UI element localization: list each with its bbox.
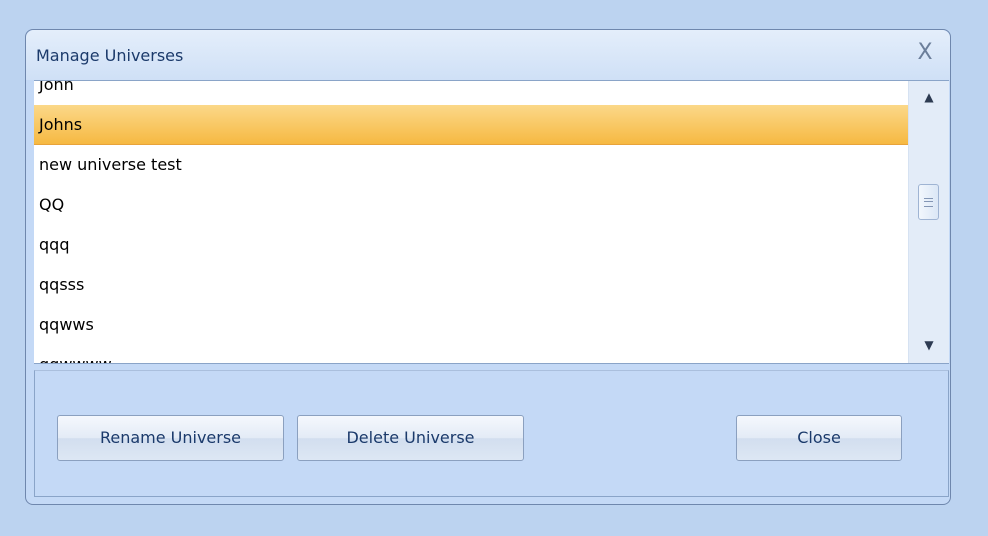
- list-item[interactable]: QQ: [34, 185, 909, 225]
- manage-universes-dialog: Manage Universes X John Johns new univer…: [25, 29, 951, 505]
- universe-listbox[interactable]: John Johns new universe test QQ qqq qqss…: [34, 80, 949, 364]
- list-item-label: Johns: [39, 115, 83, 134]
- list-item[interactable]: qqwwww: [34, 345, 909, 363]
- dialog-title: Manage Universes: [36, 46, 184, 65]
- list-item-label: new universe test: [39, 155, 182, 174]
- title-bar[interactable]: Manage Universes X: [26, 30, 950, 80]
- list-item-selected[interactable]: Johns: [34, 105, 909, 145]
- universe-list: John Johns new universe test QQ qqq qqss…: [34, 80, 909, 363]
- grip-icon: [924, 198, 933, 207]
- scroll-down-arrow-icon[interactable]: ▼: [919, 337, 939, 353]
- list-item[interactable]: qqsss: [34, 265, 909, 305]
- scroll-up-arrow-icon[interactable]: ▲: [919, 89, 939, 105]
- list-item[interactable]: John: [34, 80, 909, 105]
- list-item[interactable]: qqq: [34, 225, 909, 265]
- button-panel: Rename Universe Delete Universe Close: [34, 370, 949, 497]
- list-item[interactable]: new universe test: [34, 145, 909, 185]
- vertical-scrollbar[interactable]: ▲ ▼: [908, 81, 949, 363]
- list-item-label: QQ: [39, 195, 65, 214]
- list-item-label: qqsss: [39, 275, 85, 294]
- list-item-label: qqwwww: [39, 355, 112, 363]
- list-item-label: qqq: [39, 235, 70, 254]
- list-item-label: John: [39, 80, 74, 94]
- delete-universe-button[interactable]: Delete Universe: [297, 415, 524, 461]
- close-icon[interactable]: X: [912, 40, 938, 66]
- scroll-thumb[interactable]: [918, 184, 939, 220]
- list-item[interactable]: qqwws: [34, 305, 909, 345]
- list-item-label: qqwws: [39, 315, 94, 334]
- rename-universe-button[interactable]: Rename Universe: [57, 415, 284, 461]
- close-button[interactable]: Close: [736, 415, 902, 461]
